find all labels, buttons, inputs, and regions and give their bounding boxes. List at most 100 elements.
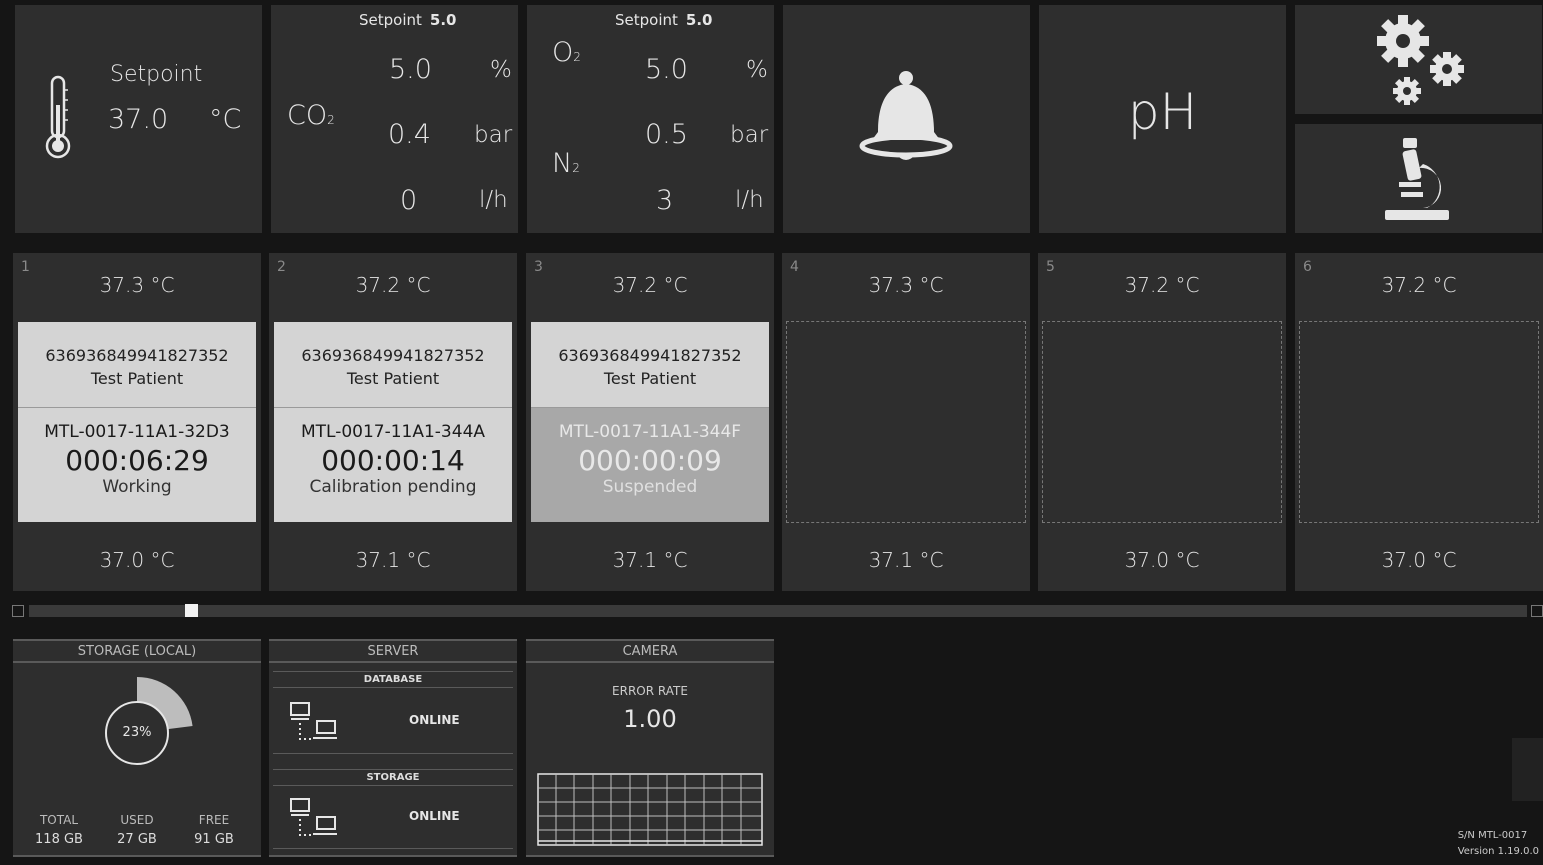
gears-icon — [1377, 15, 1464, 105]
dish-status: Suspended — [602, 477, 698, 497]
alarm-tile[interactable] — [783, 5, 1030, 233]
n2-gas-subscript: 2 — [572, 161, 580, 175]
o2-pressure-value: 0.5 — [645, 119, 688, 150]
chamber-top-temperature: 37.2 °C — [1124, 273, 1200, 297]
o2-pressure-unit: bar — [730, 122, 769, 148]
n2-gas-label: N2 — [552, 148, 580, 179]
chamber-top-temperature: 37.2 °C — [1381, 273, 1457, 297]
chamber-top-temperature: 37.3 °C — [99, 273, 175, 297]
co2-gas-name: CO — [287, 100, 328, 131]
co2-setpoint-value: 5.0 — [429, 11, 457, 29]
o2-setpoint-value: 5.0 — [685, 11, 713, 29]
software-version: Version 1.19.0.0 — [1457, 846, 1539, 857]
o2-gas-label: O2 — [552, 37, 581, 68]
server-panel: SERVER DATABASE ONLINE STORAGE ONLINE — [269, 639, 517, 857]
chamber-slider-track[interactable] — [29, 605, 1527, 617]
chamber-3[interactable]: 3 37.2 °C 636936849941827352 Test Patient MT… — [526, 253, 774, 591]
storage-used-percent: 23% — [122, 725, 152, 740]
patient-info: 636936849941827352 Test Patient — [531, 322, 769, 408]
patient-id: 636936849941827352 — [45, 346, 229, 365]
camera-error-graph — [537, 773, 763, 846]
server-panel-title: SERVER — [269, 641, 517, 663]
bell-icon — [859, 71, 953, 160]
camera-panel: CAMERA ERROR RATE 1.00 — [526, 639, 774, 857]
storage-server-status: ONLINE — [409, 809, 460, 823]
chamber-2[interactable]: 2 37.2 °C 636936849941827352 Test Patient MT… — [269, 253, 517, 591]
microscope-icon — [1385, 138, 1449, 220]
dish-card[interactable]: 636936849941827352 Test Patient MTL-0017-1… — [18, 322, 256, 522]
patient-id: 636936849941827352 — [558, 346, 742, 365]
co2-flow-unit: l/h — [479, 187, 508, 213]
chamber-bottom-temperature: 37.1 °C — [612, 548, 688, 572]
chamber-6[interactable]: 6 37.2 °C 37.0 °C — [1295, 253, 1543, 591]
dish-status: Working — [102, 477, 172, 497]
o2-percent-unit: % — [746, 57, 768, 83]
storage-panel-title: STORAGE (LOCAL) — [13, 641, 261, 663]
temperature-tile[interactable]: Setpoint 37.0 °C — [15, 5, 262, 233]
co2-gas-label: CO2 — [287, 100, 335, 131]
storage-free-label: FREE — [198, 813, 230, 827]
chamber-top-temperature: 37.2 °C — [612, 273, 688, 297]
dish-status: Calibration pending — [309, 477, 477, 497]
storage-section-title: STORAGE — [273, 769, 513, 786]
dish-id: MTL-0017-11A1-344A — [300, 422, 486, 442]
chamber-4[interactable]: 4 37.3 °C 37.1 °C — [782, 253, 1030, 591]
camera-error-value: 1.00 — [623, 705, 677, 733]
patient-name: Test Patient — [90, 369, 184, 388]
dish-card[interactable]: 636936849941827352 Test Patient MTL-0017-1… — [531, 322, 769, 522]
camera-error-label: ERROR RATE — [612, 684, 688, 698]
storage-free-value: 91 GB — [194, 832, 234, 847]
storage-total-label: TOTAL — [39, 813, 79, 827]
chamber-slider-thumb[interactable] — [185, 604, 198, 617]
elapsed-time: 000:06:29 — [65, 444, 209, 477]
dish-id: MTL-0017-11A1-344F — [558, 422, 742, 442]
temperature-setpoint-value: 37.0 — [108, 104, 169, 135]
o2-setpoint: Setpoint 5.0 — [615, 11, 712, 29]
co2-flow-value: 0 — [400, 185, 418, 216]
chamber-bottom-temperature: 37.1 °C — [355, 548, 431, 572]
o2-setpoint-label: Setpoint — [615, 11, 678, 29]
chamber-bottom-temperature: 37.0 °C — [1381, 548, 1457, 572]
dish-info: MTL-0017-11A1-32D3 000:06:29 Working — [18, 408, 256, 522]
chamber-1[interactable]: 1 37.3 °C 636936849941827352 Test Patient MT… — [13, 253, 261, 591]
empty-slot[interactable] — [786, 321, 1026, 523]
settings-button[interactable] — [1295, 5, 1542, 114]
temperature-unit: °C — [209, 104, 242, 135]
thermometer-icon — [45, 75, 71, 159]
elapsed-time: 000:00:09 — [578, 444, 722, 477]
network-computer-icon — [290, 798, 337, 836]
storage-total-value: 118 GB — [35, 832, 83, 847]
o2-percent-value: 5.0 — [645, 54, 688, 85]
co2-percent-value: 5.0 — [389, 54, 432, 85]
serial-number: S/N MTL-0017 — [1457, 830, 1528, 841]
co2-pressure-unit: bar — [474, 122, 513, 148]
co2-tile[interactable]: Setpoint 5.0 5.0 % CO2 0.4 bar 0 l/h — [271, 5, 518, 233]
chamber-bottom-temperature: 37.1 °C — [868, 548, 944, 572]
co2-gas-subscript: 2 — [327, 113, 335, 127]
patient-info: 636936849941827352 Test Patient — [18, 322, 256, 408]
device-info: S/N MTL-0017 Version 1.19.0.0 — [1458, 828, 1539, 860]
o2-flow-value: 3 — [656, 185, 674, 216]
storage-usage-chart — [105, 677, 193, 765]
dish-info: MTL-0017-11A1-344A 000:00:14 Calibration p… — [274, 408, 512, 522]
storage-used-value: 27 GB — [117, 832, 157, 847]
empty-slot[interactable] — [1299, 321, 1539, 523]
dish-id: MTL-0017-11A1-32D3 — [44, 422, 230, 442]
co2-pressure-value: 0.4 — [388, 119, 431, 150]
temperature-setpoint-label: Setpoint — [110, 62, 203, 87]
o2-n2-tile[interactable]: Setpoint 5.0 O2 5.0 % N2 0.5 bar 3 l/h — [527, 5, 774, 233]
camera-panel-title: CAMERA — [526, 641, 774, 663]
patient-info: 636936849941827352 Test Patient — [274, 322, 512, 408]
dish-info: MTL-0017-11A1-344F 000:00:09 Suspended — [531, 408, 769, 522]
network-computer-icon — [290, 702, 337, 740]
chamber-bottom-temperature: 37.0 °C — [1124, 548, 1200, 572]
dish-card[interactable]: 636936849941827352 Test Patient MTL-0017-1… — [274, 322, 512, 522]
chamber-5[interactable]: 5 37.2 °C 37.0 °C — [1038, 253, 1286, 591]
ph-tile[interactable]: pH — [1039, 5, 1286, 233]
side-panel-button[interactable] — [1512, 738, 1543, 801]
o2-gas-name: O — [552, 37, 574, 68]
empty-slot[interactable] — [1042, 321, 1282, 523]
storage-panel: STORAGE (LOCAL) 23% TOTAL 118 GB USED 27… — [13, 639, 261, 857]
database-section-title: DATABASE — [273, 671, 513, 688]
microscope-button[interactable] — [1295, 124, 1542, 233]
